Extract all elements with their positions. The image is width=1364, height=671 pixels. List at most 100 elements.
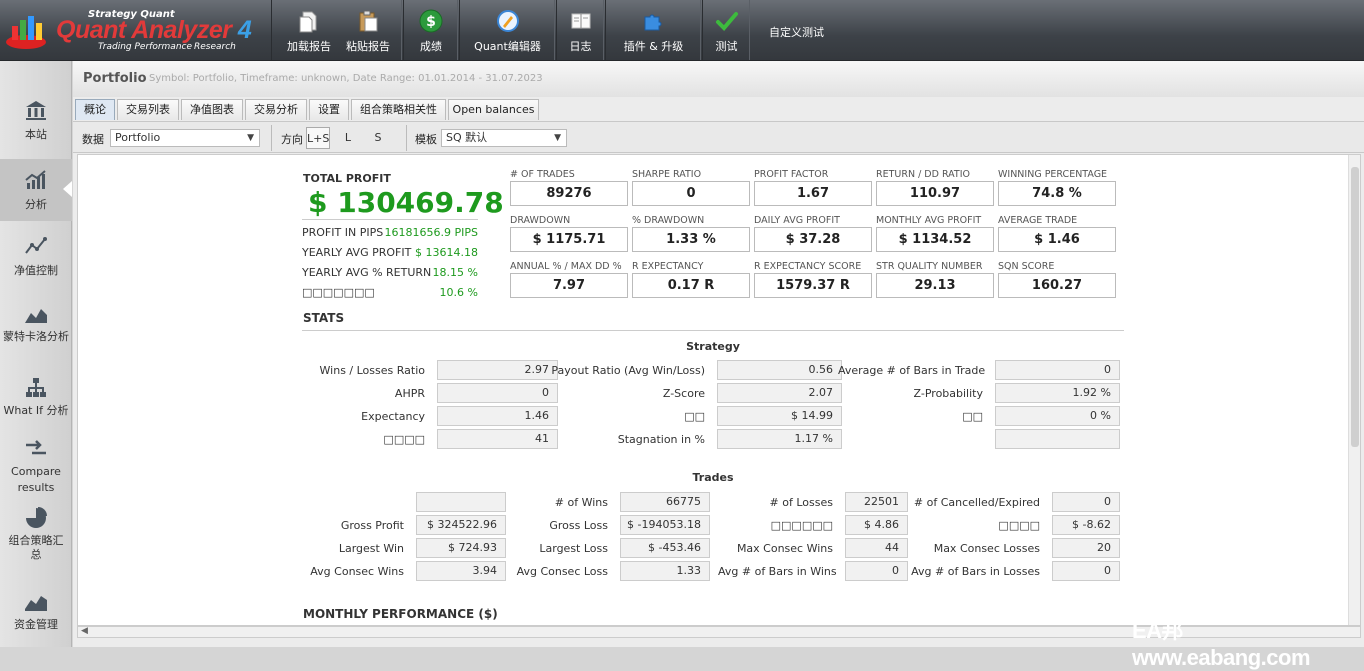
trade-value: $ -453.46 [620, 538, 710, 558]
trade-value: 3.94 [416, 561, 506, 581]
plugins-button[interactable]: 插件 & 升级 [606, 0, 701, 60]
summary-row-value: $ 13614.18 [415, 246, 478, 259]
toolbar-group-editor: Quant编辑器 [459, 0, 555, 60]
trade-label: Gross Loss [549, 519, 608, 532]
summary-row: YEARLY AVG % RETURN 18.15 % [302, 266, 478, 279]
tab-overview[interactable]: 概论 [75, 99, 115, 120]
stat-value: 2.07 [717, 383, 842, 403]
results-label: 成绩 [420, 40, 442, 53]
results-button[interactable]: $ 成绩 [404, 0, 458, 60]
summary-row-value: 16181656.9 PIPS [384, 226, 478, 239]
vertical-scrollbar[interactable] [1348, 155, 1360, 625]
tab-open-balances[interactable]: Open balances [448, 99, 539, 120]
data-select-value: Portfolio [115, 131, 161, 144]
kpi-trades: # OF TRADES 89276 [510, 169, 628, 206]
logo-tagline: Trading Performance [98, 42, 193, 52]
logo-version: 4 [237, 16, 252, 44]
data-select[interactable]: Portfolio ▼ [110, 129, 260, 147]
summary-row-label: □□□□□□□ [302, 286, 375, 299]
stat-label: Payout Ratio (Avg Win/Loss) [551, 364, 705, 377]
trade-label: Largest Win [338, 542, 404, 555]
paste-report-button[interactable]: 粘贴报告 [338, 0, 398, 60]
kpi-value: 0.17 R [632, 273, 750, 298]
trade-value: 0 [845, 561, 908, 581]
direction-ls-button[interactable]: L+S [306, 127, 330, 149]
direction-l-button[interactable]: L [336, 127, 360, 149]
stat-value: 1.17 % [717, 429, 842, 449]
page-subtitle: Symbol: Portfolio, Timeframe: unknown, D… [149, 73, 543, 84]
total-profit-value: $ 130469.78 [308, 186, 504, 219]
trade-label: Avg Consec Wins [310, 565, 404, 578]
sidebar-item-portfolio-summary[interactable]: 组合策略汇总 [0, 505, 72, 567]
trade-value: 66775 [620, 492, 710, 512]
sidebar-item-compare-results[interactable]: Compare results [0, 435, 72, 497]
stat-value: 0 [995, 360, 1120, 380]
sidebar-item-equity-control[interactable]: 净值控制 [0, 233, 72, 285]
kpi-label: STR QUALITY NUMBER [876, 261, 983, 272]
kpi-label: # OF TRADES [510, 169, 575, 180]
load-report-label: 加载报告 [287, 40, 331, 53]
summary-row-value: 18.15 % [432, 266, 478, 279]
stat-value: 1.92 % [995, 383, 1120, 403]
summary-row-label: YEARLY AVG PROFIT [302, 246, 412, 259]
sidebar-item-monte-carlo[interactable]: 蒙特卡洛分析 [0, 301, 72, 359]
tab-trade-analysis[interactable]: 交易分析 [245, 99, 307, 120]
kpi-value: 74.8 % [998, 181, 1116, 206]
template-select[interactable]: SQ 默认 ▼ [441, 129, 567, 147]
trade-value: 44 [845, 538, 908, 558]
test-label: 测试 [715, 40, 738, 53]
kpi-label: MONTHLY AVG PROFIT [876, 215, 982, 226]
sidebar-item-home[interactable]: 本站 [0, 97, 72, 153]
stat-label: Wins / Losses Ratio [319, 364, 425, 377]
trade-label: □□□□□□ [770, 519, 833, 532]
kpi-return-dd: RETURN / DD RATIO 110.97 [876, 169, 994, 206]
hierarchy-icon [26, 378, 46, 397]
log-label: 日志 [569, 40, 592, 53]
trade-value: $ 724.93 [416, 538, 506, 558]
tab-equity-chart[interactable]: 净值图表 [181, 99, 243, 120]
summary-row: PROFIT IN PIPS 16181656.9 PIPS [302, 226, 478, 239]
custom-test-button[interactable]: 自定义测试 [769, 24, 824, 40]
stat-label: □□□□ [383, 433, 425, 446]
sidebar-item-home-label: 本站 [25, 128, 47, 141]
quant-editor-button[interactable]: Quant编辑器 [460, 0, 555, 60]
toolbar-group-log: 日志 [556, 0, 604, 60]
log-button[interactable]: 日志 [557, 0, 604, 60]
sidebar-item-money-management[interactable]: 资金管理 [0, 587, 72, 633]
tab-portfolio-correlation[interactable]: 组合策略相关性 [351, 99, 446, 120]
filter-bar: 数据 Portfolio ▼ 方向 L+S L S 模板 SQ 默认 ▼ [73, 121, 1364, 153]
kpi-value: $ 37.28 [754, 227, 872, 252]
kpi-label: % DRAWDOWN [632, 215, 705, 226]
sidebar-item-analysis[interactable]: 分析 [0, 159, 72, 221]
pie-chart-icon [26, 507, 47, 528]
equity-line-icon [25, 237, 47, 254]
kpi-value: 29.13 [876, 273, 994, 298]
trade-label: Gross Profit [340, 519, 404, 532]
stat-label: □□ [684, 410, 705, 423]
sidebar-item-what-if[interactable]: What If 分析 [0, 375, 72, 421]
test-button[interactable]: 测试 [703, 0, 750, 60]
svg-text:$: $ [426, 14, 436, 30]
scroll-thumb[interactable] [1351, 167, 1359, 447]
kpi-value: $ 1175.71 [510, 227, 628, 252]
divider [271, 125, 272, 151]
scroll-left-icon[interactable]: ◀ [81, 626, 88, 636]
trades-heading: Trades [692, 471, 734, 484]
summary-row-label: YEARLY AVG % RETURN [302, 266, 432, 279]
kpi-value: $ 1.46 [998, 227, 1116, 252]
tab-trade-list[interactable]: 交易列表 [117, 99, 179, 120]
trade-label: Avg Consec Loss [516, 565, 608, 578]
trade-value-empty [416, 492, 506, 512]
page-title: Portfolio [83, 71, 147, 86]
kpi-str-quality: STR QUALITY NUMBER 29.13 [876, 261, 994, 298]
monte-carlo-icon [25, 309, 47, 323]
direction-s-button[interactable]: S [366, 127, 390, 149]
load-report-button[interactable]: 加载报告 [280, 0, 338, 60]
load-report-icon [299, 11, 317, 33]
trade-value: 1.33 [620, 561, 710, 581]
kpi-monthly-avg: MONTHLY AVG PROFIT $ 1134.52 [876, 215, 994, 252]
sidebar-item-equity-control-label: 净值控制 [14, 264, 58, 277]
template-select-value: SQ 默认 [446, 131, 488, 144]
sidebar-item-portfolio-summary-label: 组合策略汇总 [8, 534, 64, 561]
tab-settings[interactable]: 设置 [309, 99, 349, 120]
